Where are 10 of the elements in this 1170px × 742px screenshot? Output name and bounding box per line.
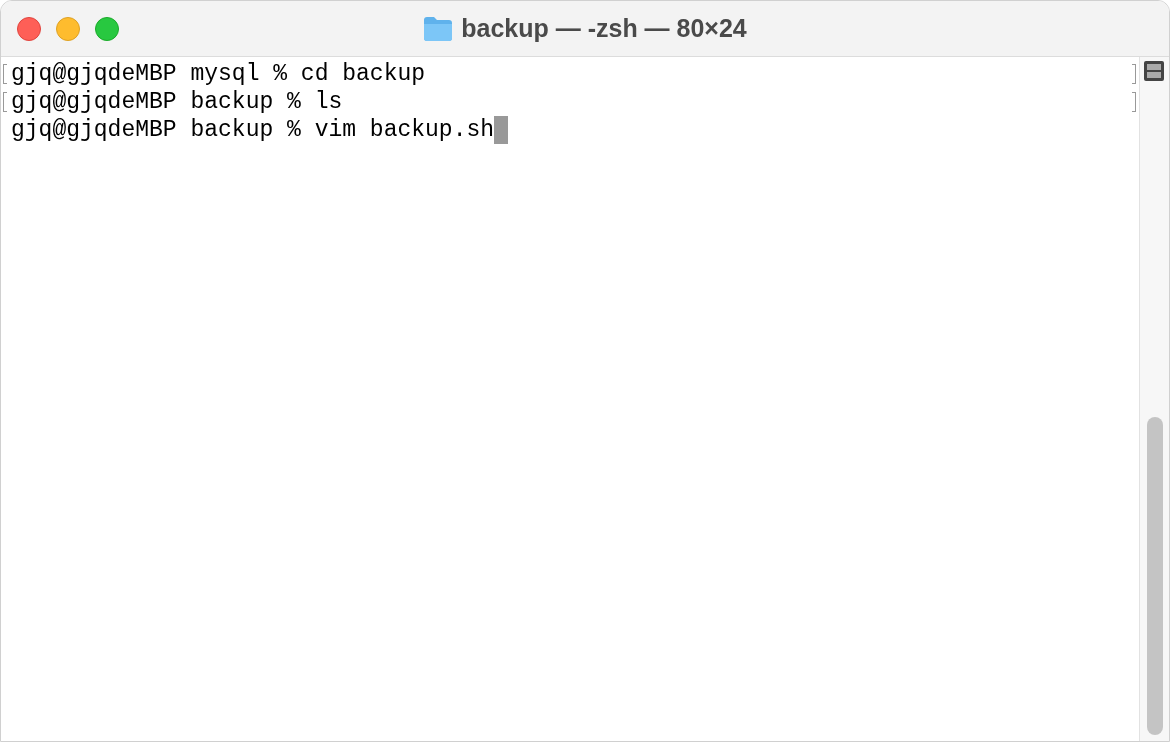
window-title: backup — -zsh — 80×24 (461, 13, 747, 45)
terminal-line: gjq@gjqdeMBP mysql % cd backup (11, 60, 426, 88)
close-button[interactable] (17, 16, 41, 41)
minimize-button[interactable] (56, 16, 80, 41)
terminal-line: gjq@gjqdeMBP backup % ls (11, 88, 343, 116)
folder-icon (423, 16, 454, 42)
terminal-line: gjq@gjqdeMBP backup % vim backup.sh (11, 116, 495, 144)
scroll-thumb[interactable] (1147, 417, 1163, 735)
zoom-button[interactable] (95, 16, 119, 41)
split-pane-icon[interactable] (1143, 60, 1165, 82)
